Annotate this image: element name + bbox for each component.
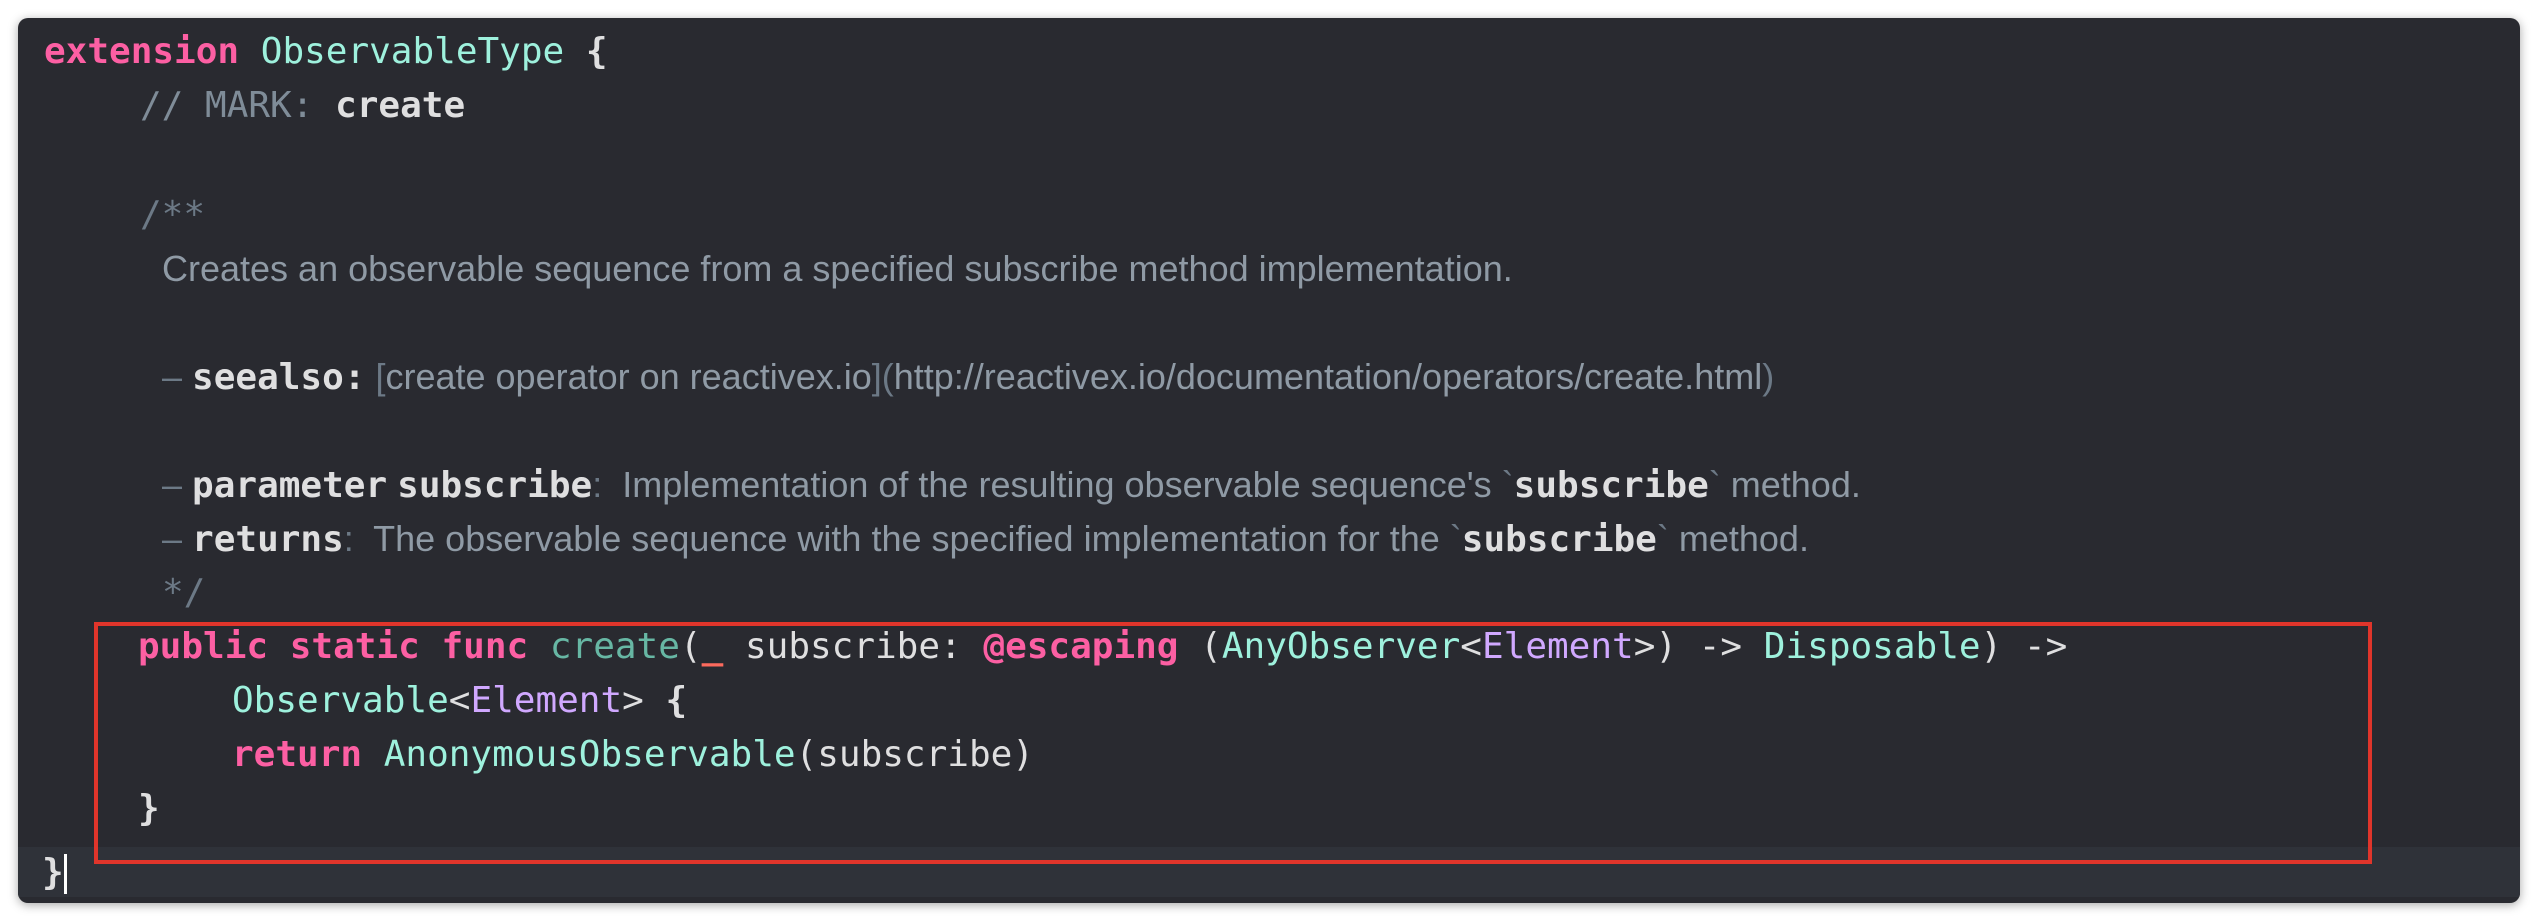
code-line-10[interactable]: – returns: The observable sequence with …	[162, 513, 1809, 565]
mark-comment-prefix: // MARK:	[140, 85, 336, 126]
code-line-12[interactable]: public static func create(_ subscribe: @…	[138, 621, 2067, 673]
doc-tag-seealso: seealso:	[192, 357, 366, 398]
code-line-4[interactable]: /**	[140, 189, 205, 241]
angle-close: >	[622, 680, 644, 721]
angle-open: <	[448, 680, 471, 721]
code-line-14[interactable]: return AnonymousObservable(subscribe)	[232, 729, 1034, 781]
code-line-15[interactable]: }	[138, 783, 160, 835]
function-name-create: create	[549, 626, 680, 667]
keyword-extension: extension	[44, 31, 240, 72]
keyword-static: static	[289, 626, 420, 667]
doc-code-subscribe: subscribe	[1513, 465, 1709, 506]
paren-close: )	[1980, 626, 2003, 667]
type-anyobserver: AnyObserver	[1221, 626, 1461, 667]
code-editor[interactable]: extension ObservableType { // MARK: crea…	[18, 18, 2520, 903]
doc-comment-open: /**	[140, 194, 206, 235]
paren-close: )	[1655, 626, 1678, 667]
type-observable: Observable	[232, 680, 449, 721]
close-brace: }	[138, 788, 160, 829]
doc-dash: –	[162, 356, 183, 397]
close-brace: }	[42, 852, 64, 893]
code-line-9[interactable]: – parameter subscribe: Implementation of…	[162, 459, 1861, 511]
backtick-open: `	[1501, 464, 1514, 505]
attribute-escaping: @escaping	[983, 626, 1179, 667]
code-line-2[interactable]: // MARK: create	[140, 80, 465, 132]
mark-label: create	[335, 85, 466, 126]
backtick-open: `	[1449, 518, 1462, 559]
call-args: (subscribe)	[795, 734, 1034, 775]
code-line-5[interactable]: Creates an observable sequence from a sp…	[162, 243, 1513, 295]
keyword-public: public	[138, 626, 269, 667]
keyword-return: return	[232, 734, 363, 775]
doc-colon: :	[592, 464, 603, 505]
code-line-13[interactable]: Observable<Element> {	[232, 675, 687, 727]
type-disposable: Disposable	[1763, 626, 1981, 667]
backtick-close: `	[1708, 464, 1721, 505]
doc-comment-close: */	[162, 572, 206, 613]
underscore-label: _	[701, 626, 724, 667]
doc-tag-returns: returns	[192, 519, 344, 560]
angle-open: <	[1460, 626, 1482, 667]
generic-element: Element	[1481, 626, 1634, 667]
doc-colon: :	[343, 518, 354, 559]
keyword-func: func	[441, 626, 529, 667]
doc-param-desc: Implementation of the resulting observab…	[622, 464, 1492, 505]
code-line-7[interactable]: – seealso: [create operator on reactivex…	[162, 351, 1774, 403]
type-anonymousobservable: AnonymousObservable	[383, 734, 796, 775]
code-line-1[interactable]: extension ObservableType {	[44, 26, 608, 78]
doc-param-desc-end: method.	[1730, 464, 1861, 505]
angle-close: >	[1633, 626, 1656, 667]
doc-link-url[interactable]: http://reactivex.io/documentation/operat…	[894, 356, 1762, 397]
generic-element: Element	[470, 680, 623, 721]
open-brace: {	[585, 31, 608, 72]
paren-open: (	[1200, 626, 1222, 667]
arrow: ->	[1698, 626, 1743, 667]
url-paren-open: (	[881, 356, 894, 397]
current-line-highlight	[18, 847, 2520, 897]
doc-summary: Creates an observable sequence from a sp…	[162, 248, 1513, 289]
backtick-close: `	[1656, 518, 1669, 559]
param-subscribe: subscribe:	[744, 626, 962, 667]
doc-returns-desc-end: method.	[1678, 518, 1809, 559]
type-observabletype: ObservableType	[260, 31, 565, 72]
code-line-16[interactable]: }	[42, 847, 64, 899]
doc-link-text[interactable]: create operator on reactivex.io	[385, 356, 871, 397]
doc-dash: –	[162, 518, 183, 559]
doc-code-subscribe: subscribe	[1461, 519, 1657, 560]
text-cursor	[64, 854, 67, 894]
arrow: ->	[2023, 626, 2068, 667]
doc-dash: –	[162, 464, 183, 505]
doc-tag-parameter: parameter	[192, 465, 388, 506]
open-brace: {	[665, 680, 688, 721]
paren-open: (	[679, 626, 702, 667]
link-bracket-open: [	[375, 356, 386, 397]
link-bracket-close: ]	[871, 356, 882, 397]
doc-returns-desc: The observable sequence with the specifi…	[373, 518, 1440, 559]
code-line-11[interactable]: */	[162, 567, 205, 619]
url-paren-close: )	[1762, 356, 1775, 397]
doc-param-name: subscribe	[397, 465, 593, 506]
